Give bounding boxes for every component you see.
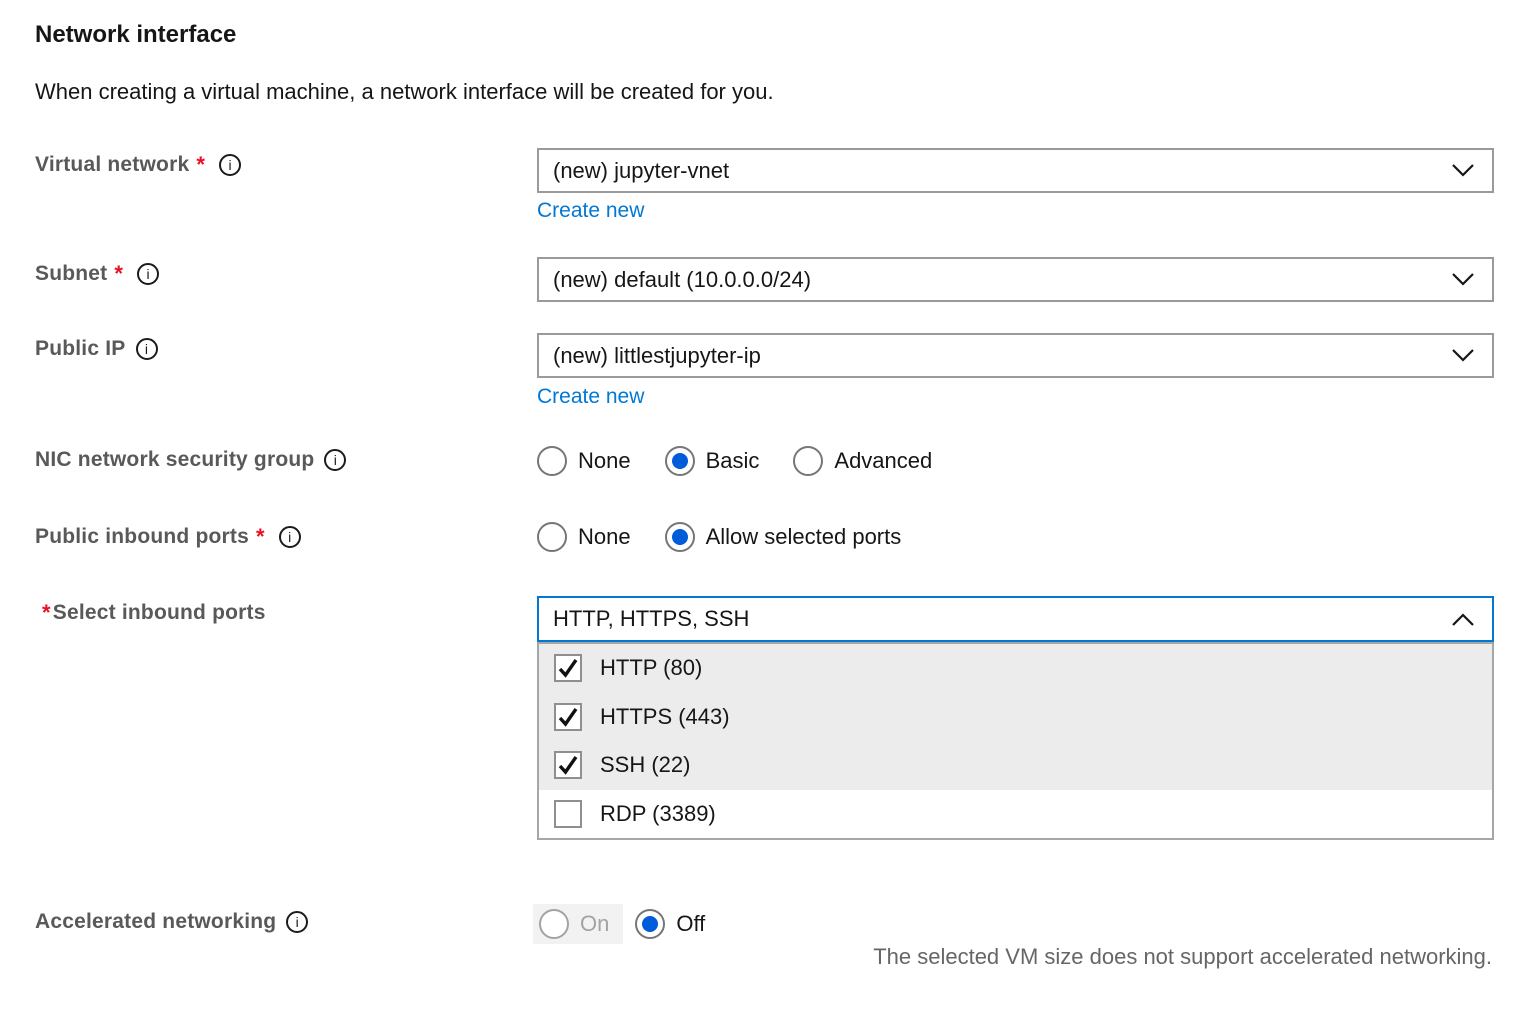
public-inbound-ports-label: Public inbound ports * i <box>35 524 301 550</box>
public-inbound-ports-radio-allow-selected[interactable]: Allow selected ports <box>665 522 902 552</box>
select-inbound-ports-value: HTTP, HTTPS, SSH <box>553 606 749 632</box>
checkmark-icon <box>557 657 579 679</box>
checkbox-icon[interactable] <box>554 654 582 682</box>
info-icon[interactable]: i <box>137 263 159 285</box>
nic-nsg-radio-basic[interactable]: Basic <box>665 446 760 476</box>
create-new-public-ip-link[interactable]: Create new <box>537 385 644 409</box>
public-ip-select[interactable]: (new) littlestjupyter-ip <box>537 333 1494 378</box>
accelerated-networking-radio-group: On Off <box>533 904 705 944</box>
checkmark-icon <box>557 754 579 776</box>
inbound-port-option-rdp[interactable]: RDP (3389) <box>539 790 1492 839</box>
info-icon[interactable]: i <box>286 911 308 933</box>
subnet-label: Subnet * i <box>35 261 159 287</box>
network-interface-form: Network interface When creating a virtua… <box>0 0 1532 1024</box>
virtual-network-value: (new) jupyter-vnet <box>553 158 729 184</box>
public-ip-value: (new) littlestjupyter-ip <box>553 343 761 369</box>
nic-nsg-radio-advanced[interactable]: Advanced <box>793 446 932 476</box>
nic-nsg-radio-group: None Basic Advanced <box>537 446 932 476</box>
nic-nsg-label: NIC network security group i <box>35 448 346 472</box>
radio-circle <box>537 522 567 552</box>
info-icon[interactable]: i <box>279 526 301 548</box>
required-asterisk: * <box>114 261 123 287</box>
radio-circle <box>793 446 823 476</box>
accelerated-networking-on-wrap: On <box>533 904 623 944</box>
checkbox-icon[interactable] <box>554 800 582 828</box>
accelerated-networking-radio-off[interactable]: Off <box>635 909 705 939</box>
accelerated-networking-label: Accelerated networking i <box>35 910 308 934</box>
radio-circle <box>665 522 695 552</box>
select-inbound-ports-combobox[interactable]: HTTP, HTTPS, SSH <box>537 596 1494 642</box>
info-icon[interactable]: i <box>219 154 241 176</box>
inbound-port-option-ssh[interactable]: SSH (22) <box>539 741 1492 790</box>
chevron-up-icon <box>1452 613 1474 626</box>
page-title: Network interface <box>35 21 236 49</box>
public-ip-label: Public IP i <box>35 337 158 361</box>
select-inbound-ports-dropdown-panel: HTTP (80) HTTPS (443) SSH (22) RDP (3389… <box>537 642 1494 840</box>
radio-circle <box>665 446 695 476</box>
public-inbound-ports-radio-none[interactable]: None <box>537 522 631 552</box>
required-asterisk: * <box>42 600 51 626</box>
required-asterisk: * <box>256 524 265 550</box>
radio-circle <box>635 909 665 939</box>
virtual-network-label: Virtual network * i <box>35 152 241 178</box>
chevron-down-icon <box>1452 164 1474 177</box>
create-new-virtual-network-link[interactable]: Create new <box>537 199 644 223</box>
radio-circle <box>537 446 567 476</box>
chevron-down-icon <box>1452 273 1474 286</box>
info-icon[interactable]: i <box>136 338 158 360</box>
checkbox-icon[interactable] <box>554 751 582 779</box>
inbound-port-option-http[interactable]: HTTP (80) <box>539 644 1492 693</box>
page-description: When creating a virtual machine, a netwo… <box>35 79 774 105</box>
inbound-port-option-https[interactable]: HTTPS (443) <box>539 693 1492 742</box>
nic-nsg-radio-none[interactable]: None <box>537 446 631 476</box>
radio-circle <box>539 909 569 939</box>
public-inbound-ports-radio-group: None Allow selected ports <box>537 522 901 552</box>
subnet-value: (new) default (10.0.0.0/24) <box>553 267 811 293</box>
chevron-down-icon <box>1452 349 1474 362</box>
virtual-network-select[interactable]: (new) jupyter-vnet <box>537 148 1494 193</box>
vm-size-note: The selected VM size does not support ac… <box>873 944 1492 970</box>
checkbox-icon[interactable] <box>554 703 582 731</box>
accelerated-networking-radio-on: On <box>539 909 609 939</box>
select-inbound-ports-label: * Select inbound ports <box>42 600 266 626</box>
checkmark-icon <box>557 706 579 728</box>
subnet-select[interactable]: (new) default (10.0.0.0/24) <box>537 257 1494 302</box>
info-icon[interactable]: i <box>324 449 346 471</box>
required-asterisk: * <box>196 152 205 178</box>
